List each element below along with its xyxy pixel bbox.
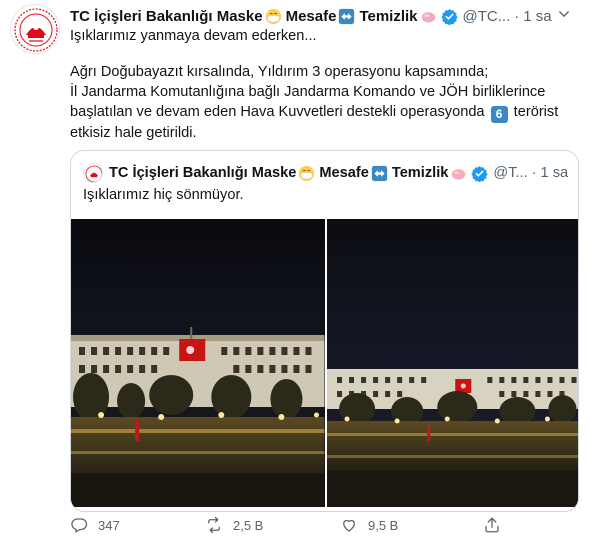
chevron-down-icon[interactable] xyxy=(554,4,574,24)
quoted-tweet-media xyxy=(71,219,578,507)
tweet-line: etkisiz hale getirildi. xyxy=(70,125,197,141)
tweet-timestamp[interactable]: 1 sa xyxy=(523,8,551,25)
share-icon xyxy=(485,517,499,533)
reply-icon xyxy=(71,518,88,533)
retweet-button[interactable]: 2,5 B xyxy=(205,516,340,534)
tweet-line: Işıklarımız yanmaya devam ederken... xyxy=(70,28,317,44)
author-name-part2[interactable]: Mesafe xyxy=(286,8,337,25)
mask-face-emoji-icon xyxy=(265,8,282,25)
quoted-author-avatar[interactable] xyxy=(83,163,103,183)
quoted-tweet-header: TC İçişleri Bakanlığı Maske Mesafe Temiz… xyxy=(109,163,569,183)
tweet-line: başlatılan ve devam eden Hava Kuvvetleri… xyxy=(70,102,575,123)
verified-badge-icon xyxy=(440,8,458,25)
author-name-part3[interactable]: Temizlik xyxy=(359,8,417,25)
quoted-tweet-timestamp[interactable]: 1 sa xyxy=(541,165,569,181)
quoted-author-name[interactable]: TC İçişleri Bakanlığı Maske xyxy=(109,165,296,181)
tweet-line-segment: terörist xyxy=(513,104,559,120)
tweet-action-bar: 347 2,5 B 9,5 B xyxy=(70,514,570,536)
author-name[interactable]: TC İçişleri Bakanlığı Maske xyxy=(70,8,263,25)
soap-emoji-icon xyxy=(450,165,467,182)
quoted-author-name-part3[interactable]: Temizlik xyxy=(392,165,449,181)
separator-dot: · xyxy=(514,7,520,25)
tweet[interactable]: TC İçişleri Bakanlığı Maske Mesafe Temiz… xyxy=(0,0,590,544)
quoted-tweet-card[interactable]: TC İçişleri Bakanlığı Maske Mesafe Temiz… xyxy=(70,150,579,512)
night-building-photo-right[interactable] xyxy=(326,219,578,507)
heart-icon xyxy=(343,519,355,532)
left-right-arrow-emoji-icon xyxy=(338,8,355,25)
share-button[interactable] xyxy=(483,516,523,534)
tweet-line: İl Jandarma Komutanlığına bağlı Jandarma… xyxy=(70,84,546,100)
tweet-header: TC İçişleri Bakanlığı Maske Mesafe Temiz… xyxy=(70,6,580,26)
tweet-text: Işıklarımız yanmaya devam ederken... Ağr… xyxy=(70,26,575,143)
author-avatar[interactable] xyxy=(10,4,60,54)
reply-count: 347 xyxy=(98,517,120,533)
soap-emoji-icon xyxy=(420,8,437,25)
quoted-author-handle[interactable]: @T... xyxy=(493,165,527,181)
like-button[interactable]: 9,5 B xyxy=(340,516,475,534)
tweet-line-segment: başlatılan ve devam eden Hava Kuvvetleri… xyxy=(70,104,485,120)
like-count: 9,5 B xyxy=(368,517,399,533)
tweet-line: Ağrı Doğubayazıt kırsalında, Yıldırım 3 … xyxy=(70,64,489,80)
author-handle[interactable]: @TC... xyxy=(463,8,511,25)
retweet-icon xyxy=(208,516,220,534)
separator-dot: · xyxy=(531,165,537,181)
reply-button[interactable]: 347 xyxy=(70,516,205,534)
quoted-author-name-part2[interactable]: Mesafe xyxy=(319,165,368,181)
verified-badge-icon xyxy=(471,165,489,182)
night-building-photo-left[interactable] xyxy=(71,219,325,507)
retweet-count: 2,5 B xyxy=(233,517,264,533)
quoted-tweet-text: Işıklarımız hiç sönmüyor. xyxy=(83,187,244,203)
mask-face-emoji-icon xyxy=(298,165,315,182)
keycap-number-emoji: 6 xyxy=(490,106,508,123)
left-right-arrow-emoji-icon xyxy=(371,165,388,182)
